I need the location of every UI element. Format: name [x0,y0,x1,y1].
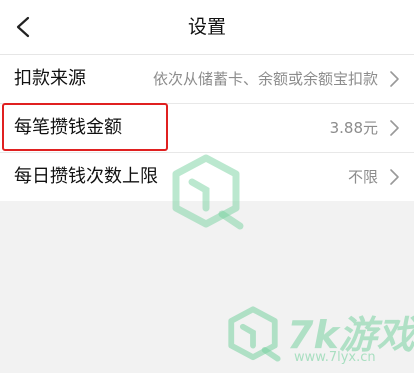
row-value: 依次从储蓄卡、余额或余额宝扣款 [152,70,378,88]
page-title: 设置 [187,16,226,38]
row-value: 不限 [347,168,378,186]
chevron-right-icon [390,71,399,87]
row-value: 3.88元 [329,119,378,137]
watermark-logo-icon [172,154,244,230]
watermark-url: www.7lyx.cn [294,350,376,365]
watermark: 7k游戏 www.7lyx.cn [224,300,414,370]
watermark-logo-icon [228,306,281,362]
chevron-right-icon [390,120,399,136]
row-amount-per-save[interactable]: 每笔攒钱金额 3.88元 [0,104,414,153]
row-label: 每日攒钱次数上限 [14,166,158,187]
row-deduction-source[interactable]: 扣款来源 依次从储蓄卡、余额或余额宝扣款 [0,55,414,104]
navigation-bar: 设置 [0,0,414,55]
chevron-right-icon [390,169,399,185]
row-label: 每笔攒钱金额 [14,117,122,138]
row-label: 扣款来源 [14,68,86,89]
